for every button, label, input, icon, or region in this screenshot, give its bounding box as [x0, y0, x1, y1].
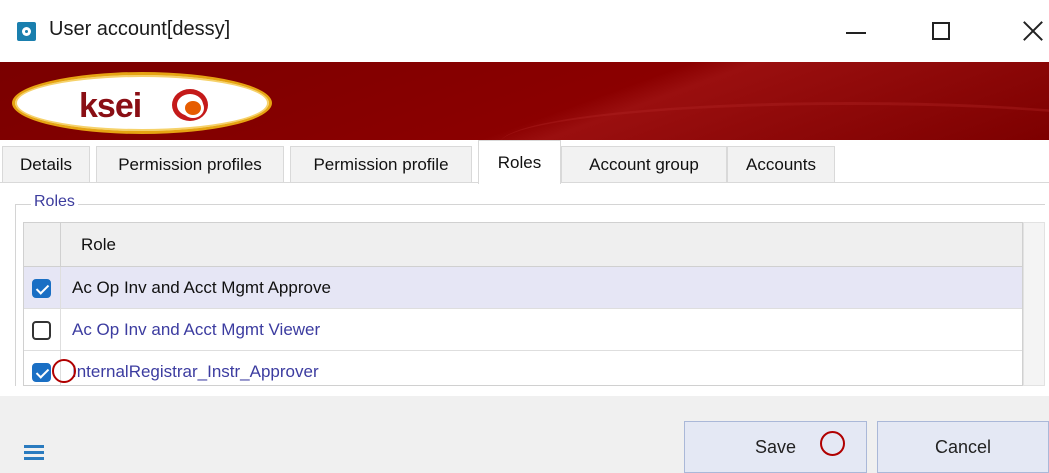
tab-details[interactable]: Details: [2, 146, 90, 183]
annotation-circle-checkbox: [52, 359, 76, 383]
row-check-cell: [24, 267, 61, 308]
logo-swirl-icon: [172, 89, 208, 121]
tab-permission-profiles[interactable]: Permission profiles: [96, 146, 284, 183]
role-name: InternalRegistrar_Instr_Approver: [72, 362, 319, 381]
table-row[interactable]: Ac Op Inv and Acct Mgmt Approve: [24, 267, 1022, 309]
tab-accounts[interactable]: Accounts: [727, 146, 835, 183]
header-select-column[interactable]: [24, 223, 61, 267]
table-row[interactable]: Ac Op Inv and Acct Mgmt Viewer: [24, 309, 1022, 351]
app-globe-icon: [17, 22, 36, 41]
window-title: User account[dessy]: [49, 18, 231, 40]
tab-roles[interactable]: Roles: [478, 140, 561, 184]
roles-grid: Role Ac Op Inv and Acct Mgmt Approve Ac …: [23, 222, 1023, 386]
role-checkbox[interactable]: [32, 321, 51, 340]
role-name: Ac Op Inv and Acct Mgmt Viewer: [72, 320, 321, 339]
row-check-cell: [24, 309, 61, 350]
tab-account-group[interactable]: Account group: [561, 146, 727, 183]
ksei-banner: ksei: [0, 62, 1049, 140]
grid-scrollbar[interactable]: [1023, 222, 1045, 386]
close-icon: [1022, 20, 1044, 42]
close-button[interactable]: [1010, 14, 1049, 48]
hamburger-menu-icon[interactable]: [24, 445, 44, 461]
title-bar: User account[dessy]: [0, 0, 1049, 62]
maximize-icon: [932, 22, 950, 40]
annotation-circle-save: [820, 431, 845, 456]
table-row[interactable]: InternalRegistrar_Instr_Approver: [24, 351, 1022, 385]
maximize-button[interactable]: [918, 14, 964, 48]
minimize-button[interactable]: [833, 14, 879, 48]
role-checkbox[interactable]: [32, 279, 51, 298]
ksei-logo: ksei: [12, 72, 272, 134]
role-checkbox[interactable]: [32, 363, 51, 382]
roles-group-title: Roles: [31, 193, 78, 211]
grid-header: Role: [24, 223, 1022, 267]
minimize-icon: [846, 32, 866, 34]
cancel-button[interactable]: Cancel: [877, 421, 1049, 473]
logo-text: ksei: [79, 87, 142, 125]
tab-permission-profile[interactable]: Permission profile: [290, 146, 472, 183]
tab-strip: Details Permission profiles Permission p…: [0, 140, 1049, 184]
role-name: Ac Op Inv and Acct Mgmt Approve: [72, 278, 331, 297]
role-column-header[interactable]: Role: [81, 235, 116, 255]
